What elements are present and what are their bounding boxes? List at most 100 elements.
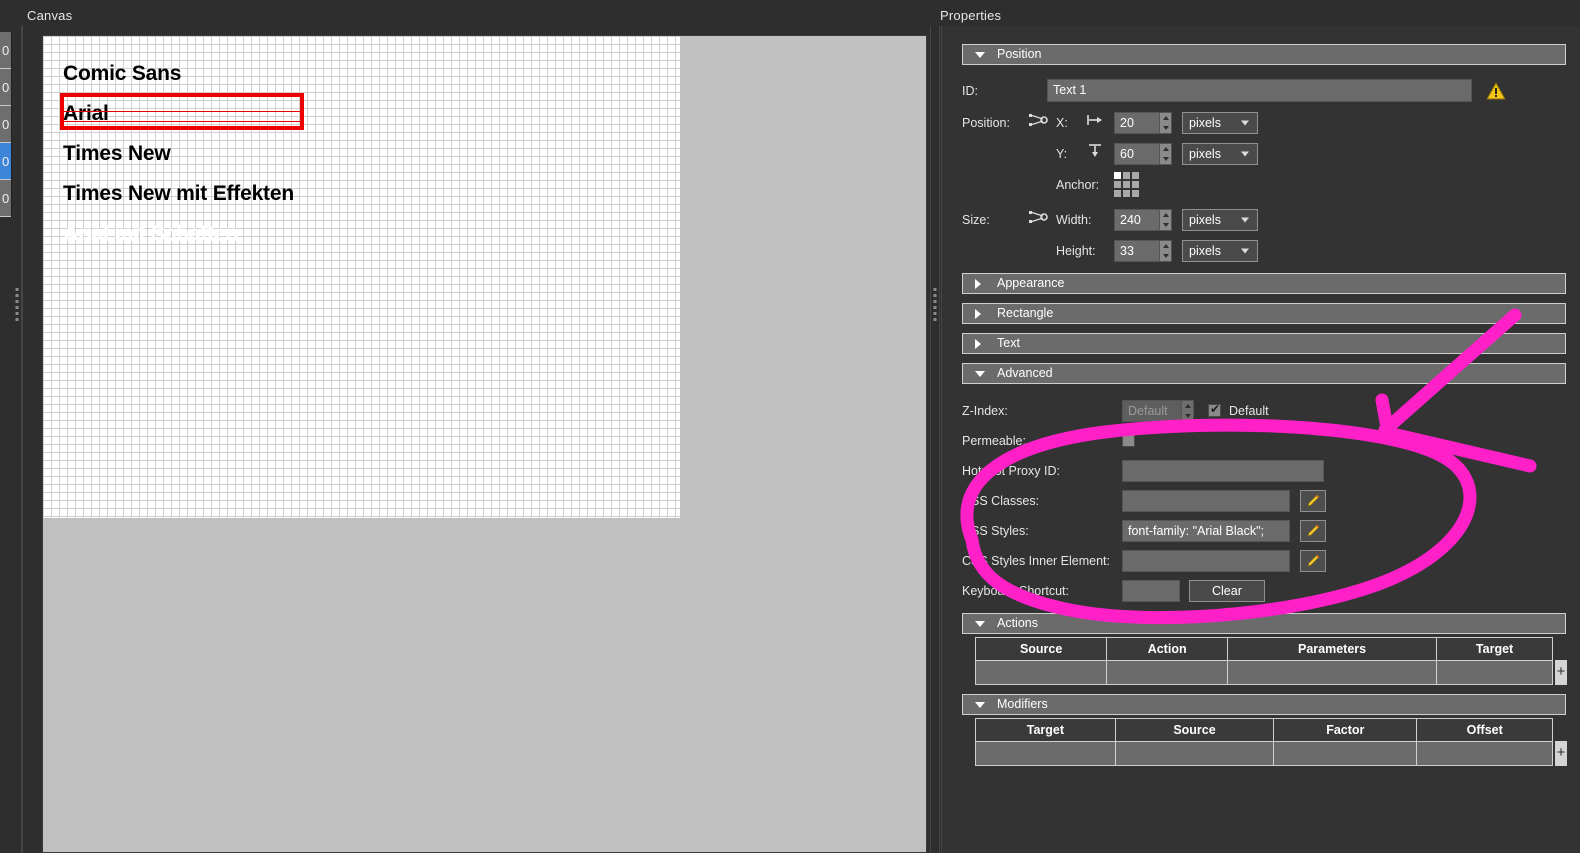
y-label: Y: xyxy=(1056,146,1068,161)
anchor-cell-middle-left[interactable] xyxy=(1114,181,1121,188)
canvas-text-arial[interactable]: Arial xyxy=(63,102,109,126)
canvas-surface[interactable]: Comic Sans Arial Times New Times New mit… xyxy=(42,35,927,853)
anchor-picker[interactable] xyxy=(1114,172,1139,197)
link-position-icon[interactable] xyxy=(1028,112,1056,133)
column-header[interactable]: Parameters xyxy=(1226,637,1438,661)
section-header-rectangle[interactable]: Rectangle xyxy=(962,303,1566,324)
x-spinner[interactable] xyxy=(1159,112,1171,133)
column-header[interactable]: Source xyxy=(974,637,1108,661)
right-splitter[interactable] xyxy=(930,26,940,853)
column-header[interactable]: Offset xyxy=(1416,718,1553,742)
align-left-icon xyxy=(1086,113,1114,132)
anchor-cell-middle-center[interactable] xyxy=(1123,181,1130,188)
table-cell[interactable] xyxy=(1273,741,1418,766)
modifiers-table[interactable]: Target Source Factor Offset xyxy=(975,718,1553,766)
height-spinner[interactable] xyxy=(1159,240,1171,261)
css-styles-inner-edit-button[interactable] xyxy=(1300,549,1326,572)
x-label: X: xyxy=(1056,115,1068,130)
column-header[interactable]: Action xyxy=(1106,637,1228,661)
section-header-appearance[interactable]: Appearance xyxy=(962,273,1566,294)
chevron-down-icon xyxy=(975,51,985,58)
list-item[interactable]: 0 xyxy=(0,69,11,106)
section-header-text[interactable]: Text xyxy=(962,333,1566,354)
width-stepper[interactable]: 240 xyxy=(1114,208,1172,231)
table-cell[interactable] xyxy=(1416,741,1553,766)
warning-icon[interactable] xyxy=(1486,81,1506,100)
add-action-button[interactable]: + xyxy=(1555,660,1567,685)
keyboard-shortcut-input[interactable] xyxy=(1122,579,1180,602)
zindex-stepper[interactable]: Default xyxy=(1122,399,1194,422)
object-list-cropped[interactable]: 0 0 0 0 0 xyxy=(0,32,12,218)
section-label: Rectangle xyxy=(997,306,1054,320)
clear-button[interactable]: Clear xyxy=(1189,579,1265,602)
canvas-text-comic-sans[interactable]: Comic Sans xyxy=(63,62,181,86)
id-input[interactable]: Text 1 xyxy=(1047,79,1472,102)
hotspot-proxy-id-input[interactable] xyxy=(1122,459,1324,482)
x-stepper[interactable]: 20 xyxy=(1114,111,1172,134)
column-header[interactable]: Factor xyxy=(1273,718,1418,742)
canvas-grid[interactable]: Comic Sans Arial Times New Times New mit… xyxy=(43,36,680,518)
hotspot-proxy-id-label: Hotspot Proxy ID: xyxy=(962,463,1060,478)
zindex-spinner[interactable] xyxy=(1181,400,1193,421)
keyboard-shortcut-label: Keyboard Shortcut: xyxy=(962,583,1070,598)
position-label: Position: xyxy=(962,115,1010,130)
css-styles-edit-button[interactable] xyxy=(1300,519,1326,542)
section-label: Appearance xyxy=(997,276,1065,290)
table-cell[interactable] xyxy=(1106,660,1228,685)
css-classes-input[interactable] xyxy=(1122,489,1290,512)
anchor-cell-bottom-left[interactable] xyxy=(1114,190,1121,197)
table-row xyxy=(975,741,1553,766)
list-item-selected[interactable]: 0 xyxy=(0,143,11,180)
anchor-cell-bottom-center[interactable] xyxy=(1123,190,1130,197)
list-item[interactable]: 0 xyxy=(0,32,11,69)
column-header[interactable]: Target xyxy=(975,718,1116,742)
table-cell[interactable] xyxy=(1436,660,1553,685)
anchor-cell-middle-right[interactable] xyxy=(1132,181,1139,188)
table-cell[interactable] xyxy=(974,660,1108,685)
column-header[interactable]: Source xyxy=(1114,718,1275,742)
link-size-icon[interactable] xyxy=(1028,209,1056,230)
advanced-section-body: Z-Index: Default Default Permeable: Hots… xyxy=(962,384,1566,613)
list-item[interactable]: 0 xyxy=(0,106,11,143)
y-spinner[interactable] xyxy=(1159,143,1171,164)
canvas-text-times-new-effects[interactable]: Times New mit Effekten xyxy=(63,182,294,206)
y-unit-select[interactable]: pixels xyxy=(1182,142,1258,165)
x-unit-select[interactable]: pixels xyxy=(1182,111,1258,134)
chevron-down-icon xyxy=(975,620,985,627)
css-styles-input[interactable]: font-family: "Arial Black"; xyxy=(1122,519,1290,542)
properties-scroll-area[interactable]: Position ID: Text 1 Position: X: 20 pixe… xyxy=(942,26,1580,853)
canvas-text-times-new[interactable]: Times New xyxy=(63,142,171,166)
canvas-text-arial-shadow[interactable]: Arial mit Schatten xyxy=(63,222,238,246)
anchor-cell-bottom-right[interactable] xyxy=(1132,190,1139,197)
section-header-modifiers[interactable]: Modifiers xyxy=(962,694,1566,715)
width-unit-select[interactable]: pixels xyxy=(1182,208,1258,231)
table-cell[interactable] xyxy=(1226,660,1438,685)
section-header-position[interactable]: Position xyxy=(962,44,1566,65)
table-cell[interactable] xyxy=(1114,741,1275,766)
chevron-down-icon xyxy=(975,701,985,708)
css-classes-edit-button[interactable] xyxy=(1300,489,1326,512)
left-splitter[interactable] xyxy=(12,26,22,853)
add-modifier-button[interactable]: + xyxy=(1555,741,1567,766)
css-styles-inner-label: CSS Styles Inner Element: xyxy=(962,553,1110,568)
column-header[interactable]: Target xyxy=(1436,637,1553,661)
height-unit-select[interactable]: pixels xyxy=(1182,239,1258,262)
actions-table[interactable]: Source Action Parameters Target xyxy=(974,637,1553,685)
permeable-checkbox[interactable] xyxy=(1122,434,1135,447)
css-classes-label: CSS Classes: xyxy=(962,493,1040,508)
anchor-cell-top-right[interactable] xyxy=(1132,172,1139,179)
width-label: Width: xyxy=(1056,212,1092,227)
anchor-cell-top-left[interactable] xyxy=(1114,172,1121,179)
css-styles-inner-input[interactable] xyxy=(1122,549,1290,572)
position-section-body: ID: Text 1 Position: X: 20 pixels Y: 60 … xyxy=(962,65,1566,273)
height-stepper[interactable]: 33 xyxy=(1114,239,1172,262)
anchor-cell-top-center[interactable] xyxy=(1123,172,1130,179)
list-item[interactable]: 0 xyxy=(0,180,11,217)
css-styles-label: CSS Styles: xyxy=(962,523,1029,538)
section-header-advanced[interactable]: Advanced xyxy=(962,363,1566,384)
zindex-default-checkbox[interactable] xyxy=(1208,402,1221,417)
table-cell[interactable] xyxy=(975,741,1116,766)
width-spinner[interactable] xyxy=(1159,209,1171,230)
section-header-actions[interactable]: Actions xyxy=(962,613,1566,634)
y-stepper[interactable]: 60 xyxy=(1114,142,1172,165)
